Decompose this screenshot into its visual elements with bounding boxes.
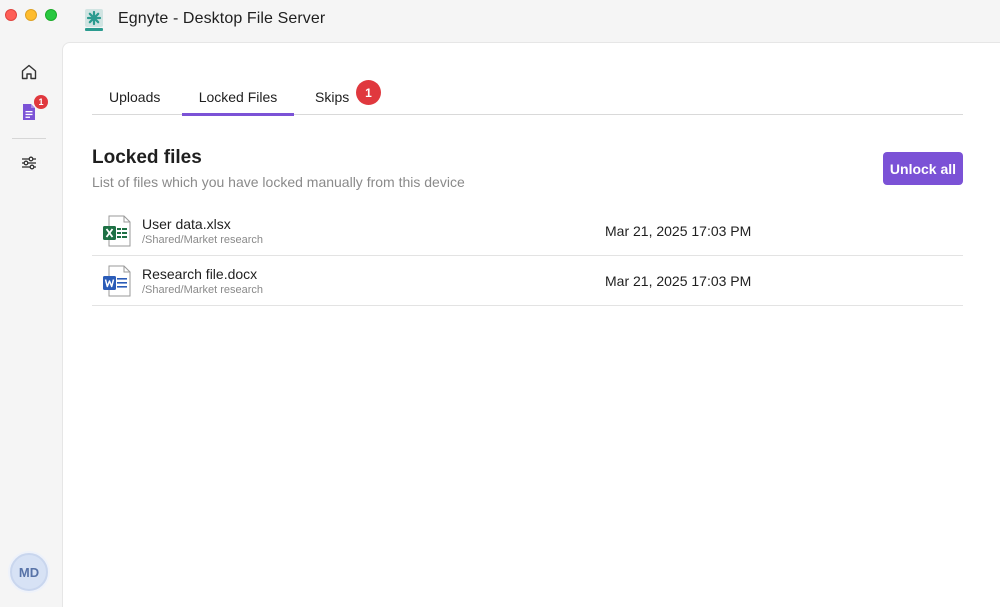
file-locked-date: Mar 21, 2025 17:03 PM xyxy=(605,223,752,239)
user-avatar[interactable]: MD xyxy=(10,553,48,591)
list-item[interactable]: Research file.docx /Shared/Market resear… xyxy=(92,256,963,306)
sidebar: 1 MD xyxy=(0,40,62,607)
title-bar: Egnyte - Desktop File Server xyxy=(0,0,1000,40)
tab-locked-files[interactable]: Locked Files xyxy=(182,79,294,116)
sidebar-divider xyxy=(12,138,46,139)
file-name: Research file.docx xyxy=(142,266,258,282)
page-subtitle: List of files which you have locked manu… xyxy=(92,174,465,190)
minimize-window-button[interactable] xyxy=(25,9,37,21)
file-name: User data.xlsx xyxy=(142,216,231,232)
app-window: Egnyte - Desktop File Server 1 MD Upload… xyxy=(0,0,1000,607)
word-file-icon xyxy=(103,265,131,297)
tab-skips[interactable]: Skips xyxy=(315,79,349,115)
tab-bar: Uploads Locked Files Skips 1 xyxy=(92,79,963,116)
file-path: /Shared/Market research xyxy=(142,234,264,246)
sliders-icon xyxy=(22,156,36,170)
unlock-all-button[interactable]: Unlock all xyxy=(883,152,963,185)
egnyte-logo-icon xyxy=(85,9,103,31)
skips-count-badge: 1 xyxy=(356,80,381,105)
tab-locked-files-label: Locked Files xyxy=(198,89,278,105)
tab-skips-label: Skips xyxy=(315,89,350,105)
file-locked-date: Mar 21, 2025 17:03 PM xyxy=(605,273,752,289)
file-path: /Shared/Market research xyxy=(142,284,264,296)
window-title: Egnyte - Desktop File Server xyxy=(118,10,326,27)
tab-uploads-label: Uploads xyxy=(109,89,161,105)
list-item[interactable]: User data.xlsx /Shared/Market research M… xyxy=(92,206,963,256)
excel-file-icon xyxy=(103,215,131,247)
close-window-button[interactable] xyxy=(5,9,17,21)
main-content: Uploads Locked Files Skips 1 Locked file… xyxy=(62,42,1000,607)
locked-files-list: User data.xlsx /Shared/Market research M… xyxy=(92,206,963,306)
sidebar-item-settings[interactable] xyxy=(15,149,43,177)
maximize-window-button[interactable] xyxy=(45,9,57,21)
home-icon xyxy=(21,64,37,80)
avatar-initials: MD xyxy=(18,564,40,580)
sidebar-item-home[interactable] xyxy=(15,58,43,86)
page-title: Locked files xyxy=(92,147,202,168)
tab-uploads[interactable]: Uploads xyxy=(109,79,160,115)
files-notification-badge: 1 xyxy=(34,95,48,109)
